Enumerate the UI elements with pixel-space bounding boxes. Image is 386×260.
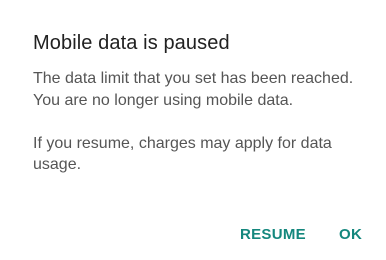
mobile-data-paused-dialog: Mobile data is paused The data limit tha… [0,0,386,260]
resume-button[interactable]: RESUME [240,226,306,243]
dialog-actions: RESUME OK [0,226,386,246]
dialog-body: The data limit that you set has been rea… [33,68,363,176]
dialog-message-charges-warning: If you resume, charges may apply for dat… [33,134,332,174]
dialog-message-limit-reached: The data limit that you set has been rea… [33,70,354,109]
dialog-title: Mobile data is paused [33,32,230,54]
ok-button[interactable]: OK [339,226,362,243]
